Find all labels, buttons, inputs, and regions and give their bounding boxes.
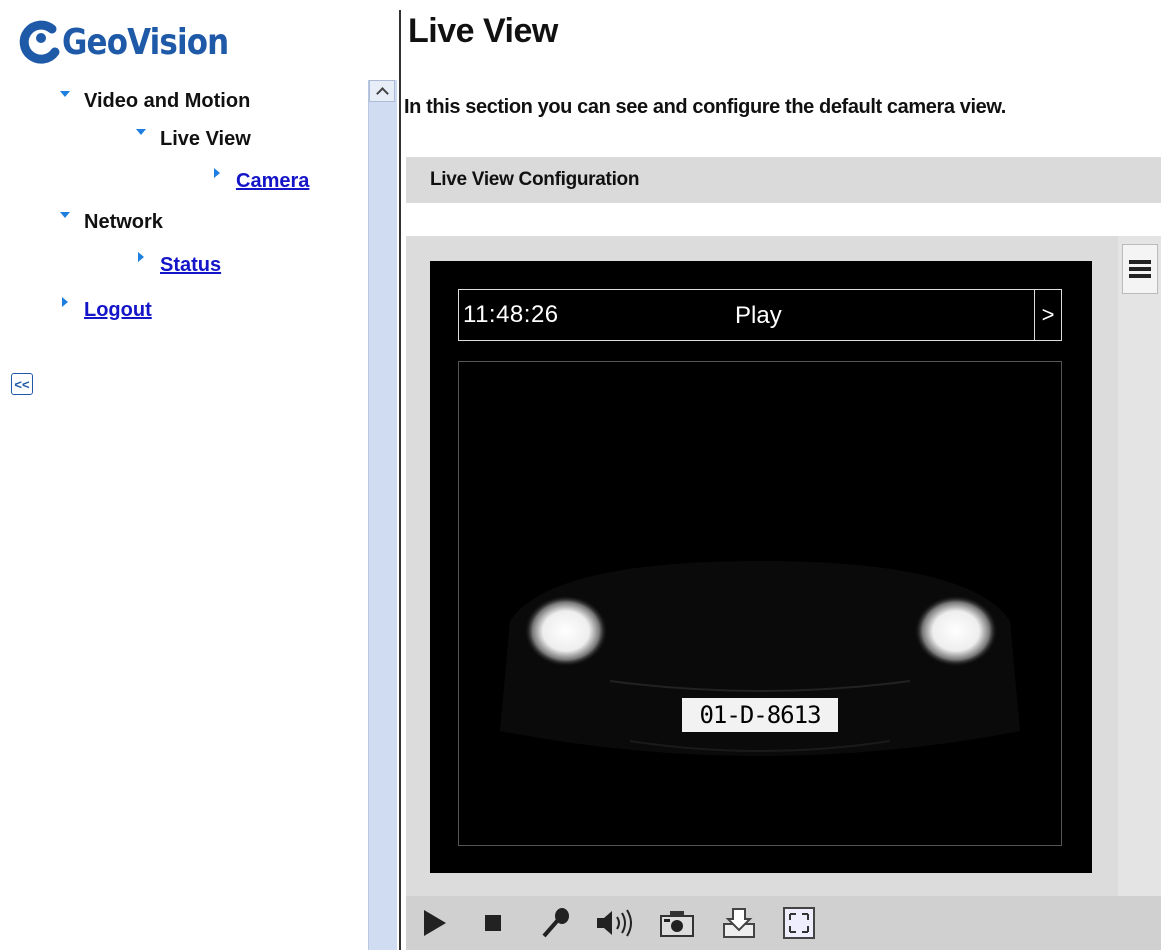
page-description: In this section you can see and configur… (404, 96, 1006, 118)
collapsed-arrow-icon (62, 296, 68, 307)
nav-item-status[interactable]: Status (138, 251, 221, 277)
nav-item-camera[interactable]: Camera (214, 167, 309, 193)
sidebar-scrollbar[interactable] (368, 80, 397, 950)
microphone-icon[interactable] (530, 898, 580, 948)
nav-label: Network (84, 211, 163, 233)
brand-name: GeoVision (62, 21, 229, 63)
nav-item-network[interactable]: Network (60, 211, 163, 234)
stop-icon[interactable] (468, 898, 518, 948)
speaker-icon[interactable] (590, 898, 640, 948)
nav-item-video-and-motion[interactable]: Video and Motion (60, 90, 250, 113)
collapsed-arrow-icon (138, 251, 144, 262)
nav-label: Live View (160, 128, 251, 150)
nav-link-status[interactable]: Status (160, 254, 221, 277)
expanded-arrow-icon (136, 128, 146, 135)
logo-mark-icon (14, 16, 66, 68)
collapse-sidebar-button[interactable]: << (11, 373, 33, 395)
car-image (500, 561, 1020, 756)
nav-link-logout[interactable]: Logout (84, 299, 152, 322)
play-icon[interactable] (410, 898, 460, 948)
list-menu-icon[interactable] (1122, 244, 1158, 294)
viewer-toolbar (406, 896, 1161, 950)
section-header: Live View Configuration (406, 157, 1161, 203)
nav-item-logout[interactable]: Logout (62, 296, 152, 322)
nav-link-camera[interactable]: Camera (236, 170, 309, 193)
expanded-arrow-icon (60, 90, 70, 97)
camera-video[interactable]: 11:48:26 Play > 01-D-8613 (430, 261, 1092, 873)
geovision-logo: GeoVision (14, 14, 255, 70)
fullscreen-icon[interactable] (774, 898, 824, 948)
collapsed-arrow-icon (214, 167, 220, 178)
nav-label: Video and Motion (84, 90, 251, 112)
section-title: Live View Configuration (430, 169, 640, 190)
download-icon[interactable] (714, 898, 764, 948)
expanded-arrow-icon (60, 211, 70, 218)
viewer-side-strip (1118, 236, 1161, 896)
page-title: Live View (408, 12, 558, 50)
frame-divider[interactable] (399, 10, 401, 950)
scroll-up-button[interactable] (369, 80, 395, 102)
nav-item-live-view[interactable]: Live View (136, 128, 251, 151)
snapshot-icon[interactable] (652, 898, 702, 948)
license-plate: 01-D-8613 (682, 698, 838, 732)
